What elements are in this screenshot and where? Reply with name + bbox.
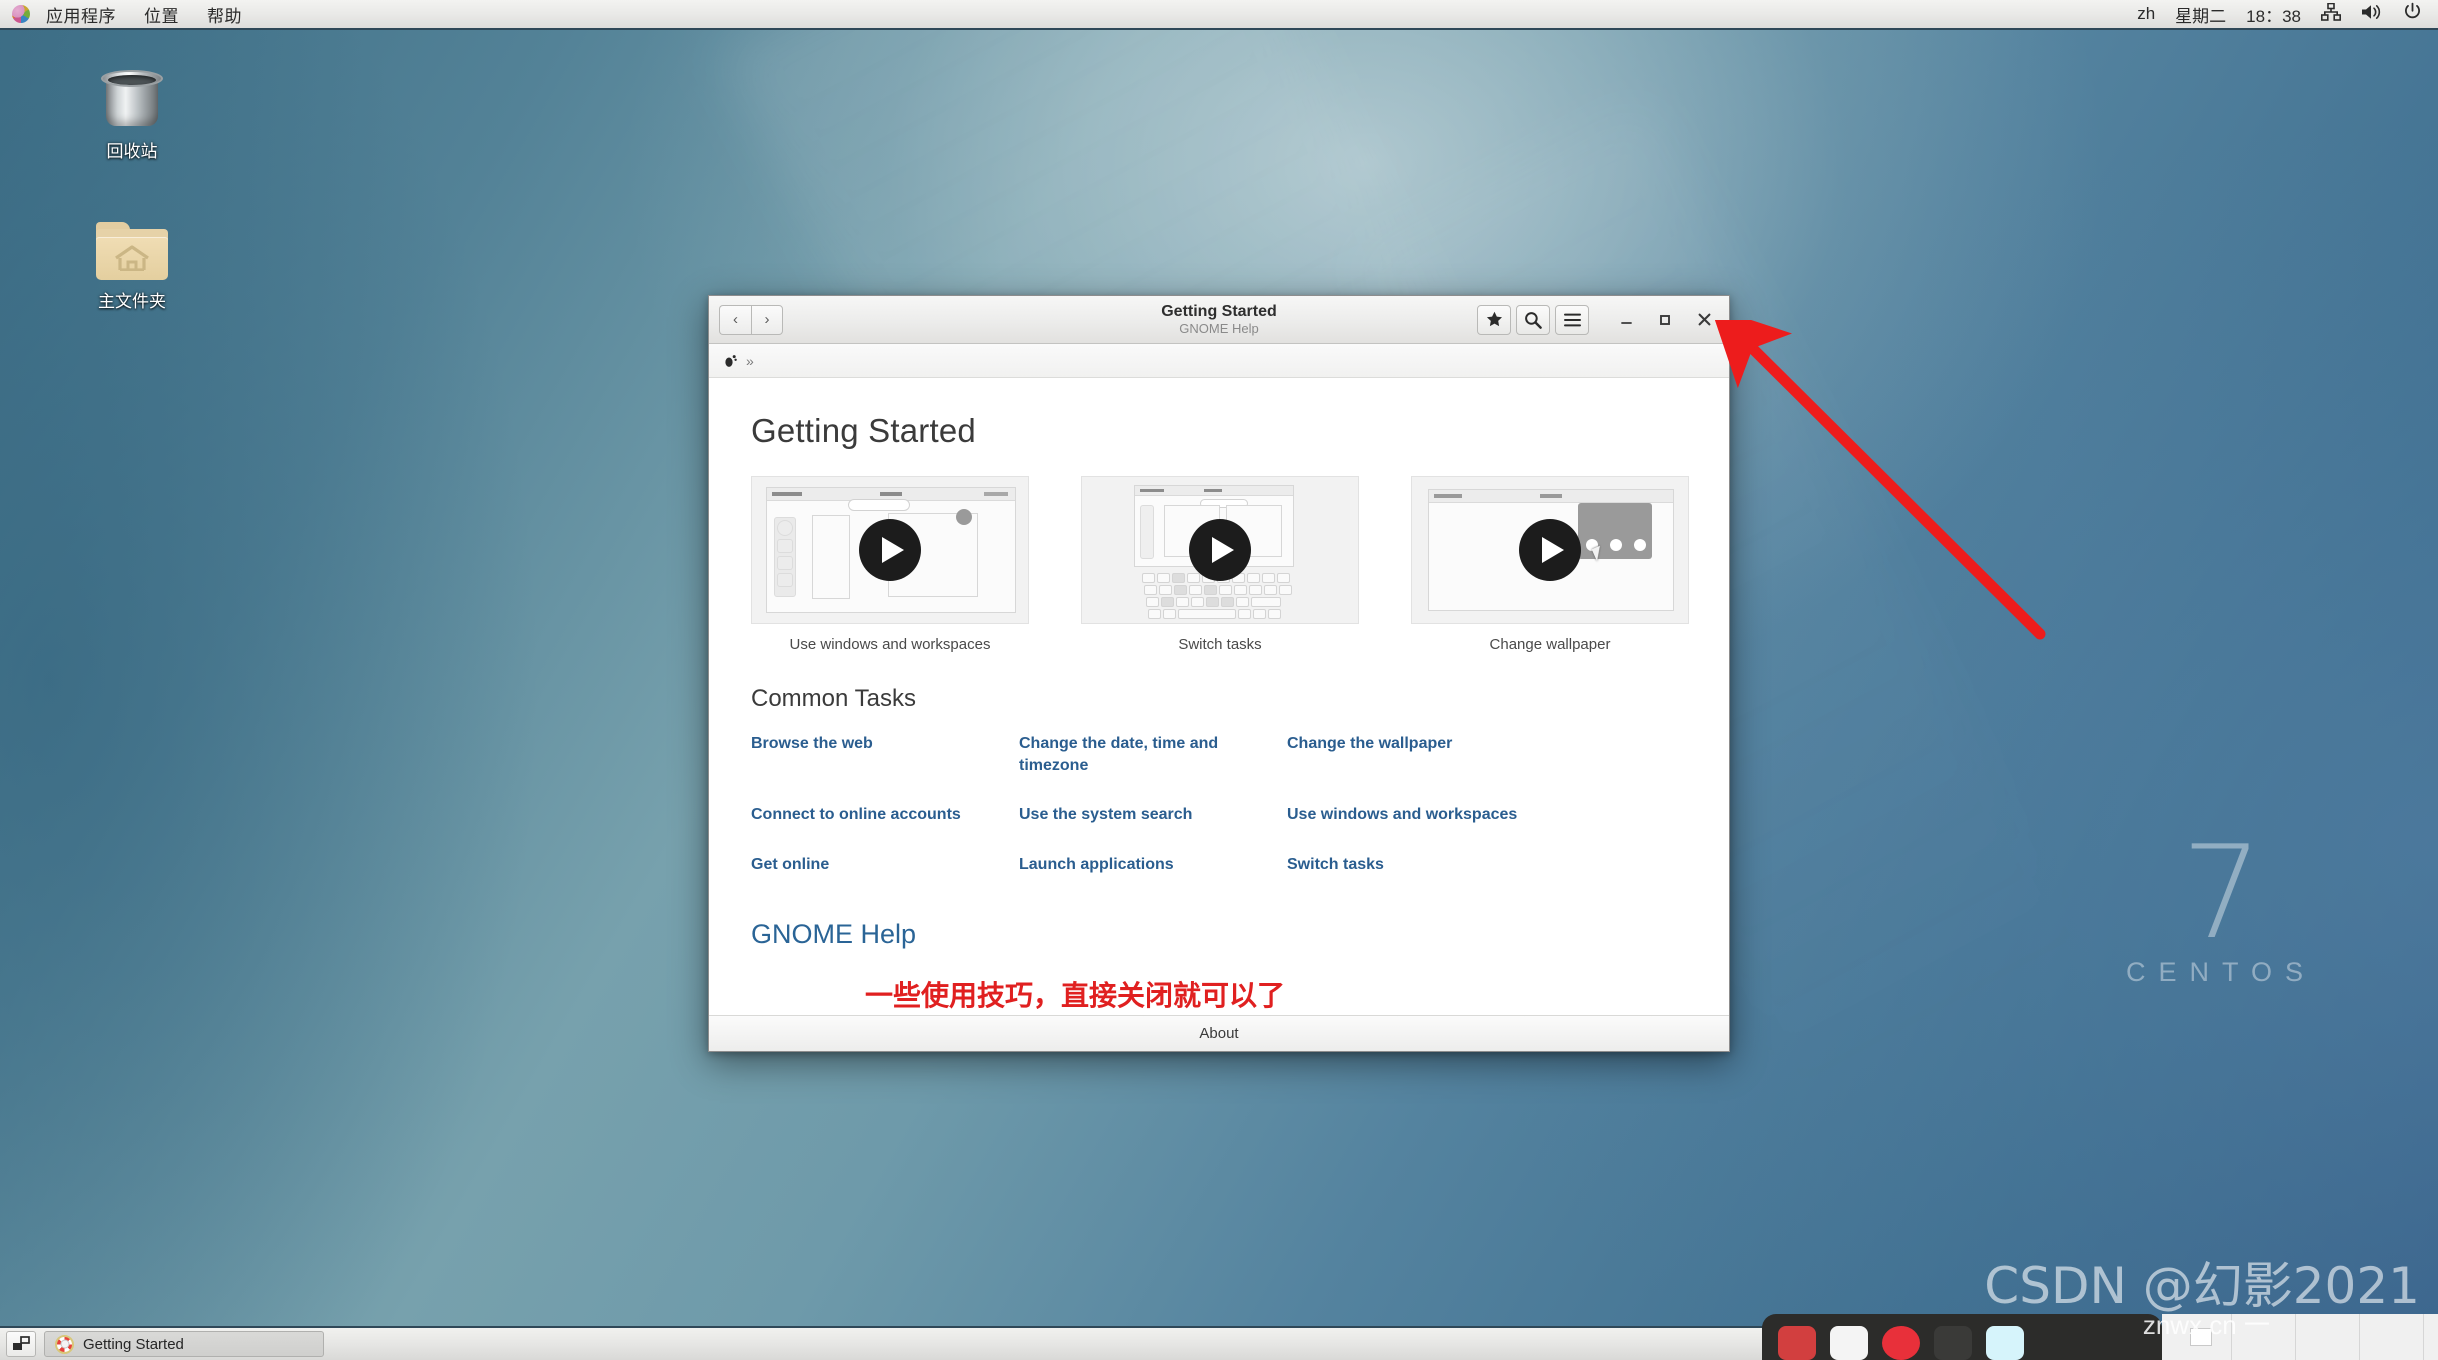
desktop-icon-label: 回收站 — [106, 142, 158, 161]
minimize-button[interactable] — [1609, 304, 1643, 336]
task-link-launch-applications[interactable]: Launch applications — [1019, 854, 1259, 904]
centos-version-number: 7 — [2181, 818, 2262, 968]
video-caption: Change wallpaper — [1489, 636, 1611, 653]
taskbar-window-label: Getting Started — [83, 1335, 184, 1353]
clock-time[interactable]: 18：38 — [2246, 2, 2301, 27]
centos-watermark: 7 CENTOS — [2125, 818, 2316, 988]
document-body: Getting Started Use windows and workspac… — [709, 378, 1729, 1015]
annotation-arrow — [1710, 320, 2046, 640]
video-card[interactable]: Switch tasks — [1081, 476, 1359, 653]
show-desktop-icon[interactable] — [6, 1331, 36, 1357]
menu-applications[interactable]: 应用程序 — [32, 0, 130, 30]
top-panel: 应用程序 位置 帮助 zh 星期二 18：38 — [0, 0, 2438, 30]
play-icon[interactable] — [1519, 519, 1581, 581]
top-panel-menus: 应用程序 位置 帮助 — [0, 0, 256, 30]
video-thumbnail[interactable] — [751, 476, 1029, 624]
host-dock-icon[interactable] — [1778, 1326, 1816, 1360]
menu-help[interactable]: 帮助 — [193, 0, 256, 30]
breadcrumb[interactable]: » — [709, 344, 1729, 378]
annotation-note: 一些使用技巧，直接关闭就可以了 — [865, 979, 1286, 1013]
host-dock-icon[interactable] — [1882, 1326, 1920, 1360]
taskbar-window-button[interactable]: Getting Started — [44, 1331, 324, 1357]
host-tray — [2162, 1314, 2438, 1360]
navigation-buttons: ‹ › — [719, 304, 783, 335]
task-link-connect-online-accounts[interactable]: Connect to online accounts — [751, 804, 991, 854]
desktop-icon-label: 主文件夹 — [98, 292, 166, 311]
desktop: 应用程序 位置 帮助 zh 星期二 18：38 回收站 主文件夹 7 CENTO… — [0, 0, 2438, 1360]
trash-icon — [100, 68, 164, 130]
menu-button[interactable] — [1555, 304, 1589, 335]
top-panel-status-area: zh 星期二 18：38 — [2137, 2, 2438, 27]
search-button[interactable] — [1516, 304, 1550, 335]
host-tray-cell[interactable] — [2234, 1314, 2296, 1360]
window-titlebar[interactable]: ‹ › Getting Started GNOME Help — [709, 296, 1729, 344]
getting-started-window[interactable]: ‹ › Getting Started GNOME Help » Getting… — [708, 295, 1730, 1052]
host-dock-icon[interactable] — [1830, 1326, 1868, 1360]
play-icon[interactable] — [1189, 519, 1251, 581]
task-link-switch-tasks[interactable]: Switch tasks — [1287, 854, 1527, 904]
home-folder-icon — [96, 222, 168, 280]
video-card[interactable]: Change wallpaper — [1411, 476, 1689, 653]
task-link-change-date-time[interactable]: Change the date, time and timezone — [1019, 733, 1259, 804]
video-thumbnail[interactable] — [1081, 476, 1359, 624]
window-subtitle: GNOME Help — [1179, 320, 1259, 336]
host-tray-cell[interactable] — [2298, 1314, 2360, 1360]
page-title: Getting Started — [751, 412, 976, 449]
host-dock-icon[interactable] — [1986, 1326, 2024, 1360]
video-caption: Switch tasks — [1178, 636, 1262, 653]
csdn-watermark: CSDN @幻影2021 — [1984, 1257, 2420, 1315]
task-link-windows-workspaces[interactable]: Use windows and workspaces — [1287, 804, 1527, 854]
desktop-icon-trash[interactable]: 回收站 — [72, 68, 192, 163]
gnome-foot-icon[interactable] — [723, 353, 738, 368]
host-tray-cell[interactable] — [2362, 1314, 2424, 1360]
maximize-button[interactable] — [1648, 304, 1682, 336]
task-link-browse-the-web[interactable]: Browse the web — [751, 733, 991, 804]
host-tray-cell[interactable] — [2170, 1314, 2232, 1360]
gnome-help-link[interactable]: GNOME Help — [751, 919, 1691, 950]
help-lifering-icon — [55, 1334, 74, 1354]
bookmark-star-button[interactable] — [1477, 304, 1511, 335]
volume-icon[interactable] — [2361, 3, 2383, 26]
menu-places[interactable]: 位置 — [130, 0, 193, 30]
back-button[interactable]: ‹ — [719, 304, 751, 335]
centos-wordmark: CENTOS — [2125, 957, 2316, 987]
task-link-change-wallpaper[interactable]: Change the wallpaper — [1287, 733, 1527, 804]
play-icon[interactable] — [859, 519, 921, 581]
clock-day[interactable]: 星期二 — [2175, 2, 2226, 27]
breadcrumb-more[interactable]: » — [746, 353, 754, 369]
task-link-system-search[interactable]: Use the system search — [1019, 804, 1259, 854]
host-dock-icon[interactable] — [1934, 1326, 1972, 1360]
gnome-foot-icon — [12, 5, 30, 23]
close-button[interactable] — [1687, 304, 1721, 336]
desktop-icon-home[interactable]: 主文件夹 — [72, 222, 192, 313]
power-icon[interactable] — [2403, 2, 2422, 26]
video-thumbnail[interactable] — [1411, 476, 1689, 624]
about-button[interactable]: About — [709, 1015, 1729, 1051]
video-thumbnail-row: Use windows and workspaces Switch tasks … — [747, 476, 1691, 653]
video-caption: Use windows and workspaces — [789, 636, 991, 653]
forward-button[interactable]: › — [751, 304, 783, 335]
network-wired-icon[interactable] — [2321, 2, 2341, 26]
common-tasks-heading: Common Tasks — [751, 685, 916, 712]
window-title: Getting Started — [1161, 302, 1277, 320]
video-card[interactable]: Use windows and workspaces — [751, 476, 1029, 653]
input-source-indicator[interactable]: zh — [2137, 4, 2155, 24]
host-dock — [1762, 1314, 2162, 1360]
titlebar-right-controls — [1477, 304, 1721, 336]
common-tasks-grid: Browse the web Change the date, time and… — [747, 733, 1691, 903]
task-link-get-online[interactable]: Get online — [751, 854, 991, 904]
